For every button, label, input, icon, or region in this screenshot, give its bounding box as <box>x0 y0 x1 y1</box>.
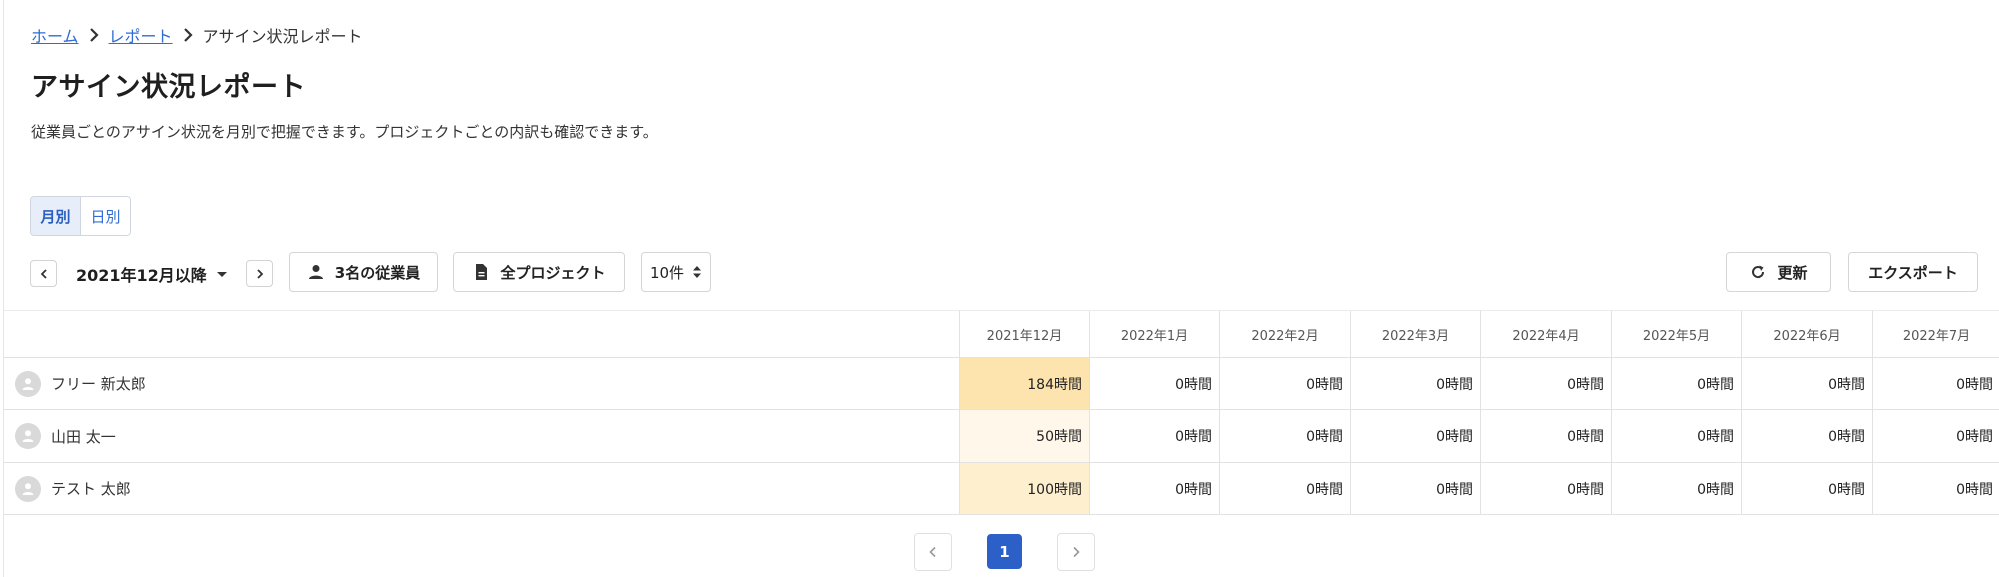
hours-cell: 50時間 <box>959 410 1089 462</box>
hours-cell: 0時間 <box>1219 410 1350 462</box>
next-period-button[interactable] <box>246 260 273 287</box>
period-selector[interactable]: 2021年12月以降 <box>76 260 229 287</box>
hours-cell: 0時間 <box>1350 463 1480 514</box>
hours-cell: 184時間 <box>959 358 1089 409</box>
chevron-right-icon <box>84 25 104 45</box>
export-label: エクスポート <box>1868 263 1958 282</box>
tab-daily[interactable]: 日別 <box>81 197 130 235</box>
document-icon <box>476 264 488 280</box>
hours-cell: 0時間 <box>1219 463 1350 514</box>
hours-cell: 0時間 <box>1741 463 1872 514</box>
breadcrumb-current: アサイン状況レポート <box>202 27 363 46</box>
avatar <box>15 475 41 502</box>
avatar <box>15 423 41 449</box>
avatar <box>15 370 41 397</box>
breadcrumb-reports-link[interactable]: レポート <box>109 23 173 47</box>
project-filter-button[interactable]: 全プロジェクト <box>453 252 625 292</box>
employee-name-cell: テスト 太郎 <box>4 463 959 514</box>
person-icon <box>308 265 323 279</box>
refresh-label: 更新 <box>1777 263 1808 282</box>
tab-monthly[interactable]: 月別 <box>31 197 81 235</box>
employee-filter-button[interactable]: 3名の従業員 <box>289 252 438 292</box>
breadcrumb: ホーム レポート アサイン状況レポート <box>31 23 363 47</box>
hours-cell: 0時間 <box>1872 410 1999 462</box>
hours-cell: 0時間 <box>1611 410 1741 462</box>
sort-arrows-icon <box>693 266 702 278</box>
table-header-row: 2021年12月 2022年1月 2022年2月 2022年3月 2022年4月… <box>4 310 1999 358</box>
hours-cell: 0時間 <box>1350 358 1480 409</box>
employee-name: 山田 太一 <box>51 427 116 446</box>
view-toggle: 月別 日別 <box>30 196 131 236</box>
employee-name-cell: 山田 太一 <box>4 410 959 462</box>
hours-cell: 0時間 <box>1480 410 1611 462</box>
employee-name-cell: フリー 新太郎 <box>4 358 959 409</box>
hours-cell: 0時間 <box>1480 358 1611 409</box>
employee-filter-label: 3名の従業員 <box>334 263 421 282</box>
hours-cell: 0時間 <box>1089 358 1219 409</box>
pagination-prev-button[interactable] <box>914 533 952 571</box>
chevron-right-icon <box>256 268 263 279</box>
per-page-select[interactable]: 10件 <box>641 252 711 292</box>
hours-cell: 0時間 <box>1089 410 1219 462</box>
column-header: 2021年12月 <box>959 311 1089 357</box>
column-header: 2022年2月 <box>1219 311 1350 357</box>
table-row[interactable]: テスト 太郎 100時間 0時間 0時間 0時間 0時間 0時間 0時間 0時間 <box>4 463 1999 515</box>
person-icon <box>22 430 34 442</box>
person-icon <box>22 482 34 495</box>
page-title: アサイン状況レポート <box>31 72 306 103</box>
hours-cell: 0時間 <box>1611 358 1741 409</box>
pagination-page-1[interactable]: 1 <box>987 534 1022 569</box>
column-header: 2022年6月 <box>1741 311 1872 357</box>
refresh-icon <box>1752 265 1765 279</box>
hours-cell: 0時間 <box>1741 410 1872 462</box>
period-label: 2021年12月以降 <box>76 265 207 285</box>
page-description: 従業員ごとのアサイン状況を月別で把握できます。プロジェクトごとの内訳も確認できま… <box>31 123 658 141</box>
hours-cell: 0時間 <box>1480 463 1611 514</box>
export-button[interactable]: エクスポート <box>1848 252 1978 292</box>
refresh-button[interactable]: 更新 <box>1726 252 1831 292</box>
hours-cell: 0時間 <box>1741 358 1872 409</box>
hours-cell: 0時間 <box>1089 463 1219 514</box>
column-header: 2022年7月 <box>1872 311 1999 357</box>
chevron-right-icon <box>1073 546 1080 558</box>
column-header: 2022年4月 <box>1480 311 1611 357</box>
hours-cell: 0時間 <box>1872 463 1999 514</box>
column-header: 2022年3月 <box>1350 311 1480 357</box>
table-row[interactable]: フリー 新太郎 184時間 0時間 0時間 0時間 0時間 0時間 0時間 0時… <box>4 358 1999 410</box>
hours-cell: 0時間 <box>1611 463 1741 514</box>
caret-down-icon <box>216 271 227 277</box>
assignment-report-page: ホーム レポート アサイン状況レポート アサイン状況レポート 従業員ごとのアサイ… <box>3 0 1999 577</box>
chevron-right-icon <box>178 25 198 45</box>
hours-cell: 0時間 <box>1219 358 1350 409</box>
per-page-value: 10件 <box>649 263 685 282</box>
table-row[interactable]: 山田 太一 50時間 0時間 0時間 0時間 0時間 0時間 0時間 0時間 <box>4 410 1999 463</box>
chevron-left-icon <box>929 546 936 558</box>
column-header: 2022年1月 <box>1089 311 1219 357</box>
hours-cell: 100時間 <box>959 463 1089 514</box>
breadcrumb-home-link[interactable]: ホーム <box>31 23 79 47</box>
person-icon <box>22 377 34 390</box>
column-header: 2022年5月 <box>1611 311 1741 357</box>
employee-name: テスト 太郎 <box>51 480 131 498</box>
prev-period-button[interactable] <box>30 260 57 287</box>
hours-cell: 0時間 <box>1350 410 1480 462</box>
employee-name: フリー 新太郎 <box>51 375 146 393</box>
pagination-next-button[interactable] <box>1057 533 1095 571</box>
project-filter-label: 全プロジェクト <box>500 263 606 282</box>
hours-cell: 0時間 <box>1872 358 1999 409</box>
chevron-left-icon <box>40 268 47 279</box>
